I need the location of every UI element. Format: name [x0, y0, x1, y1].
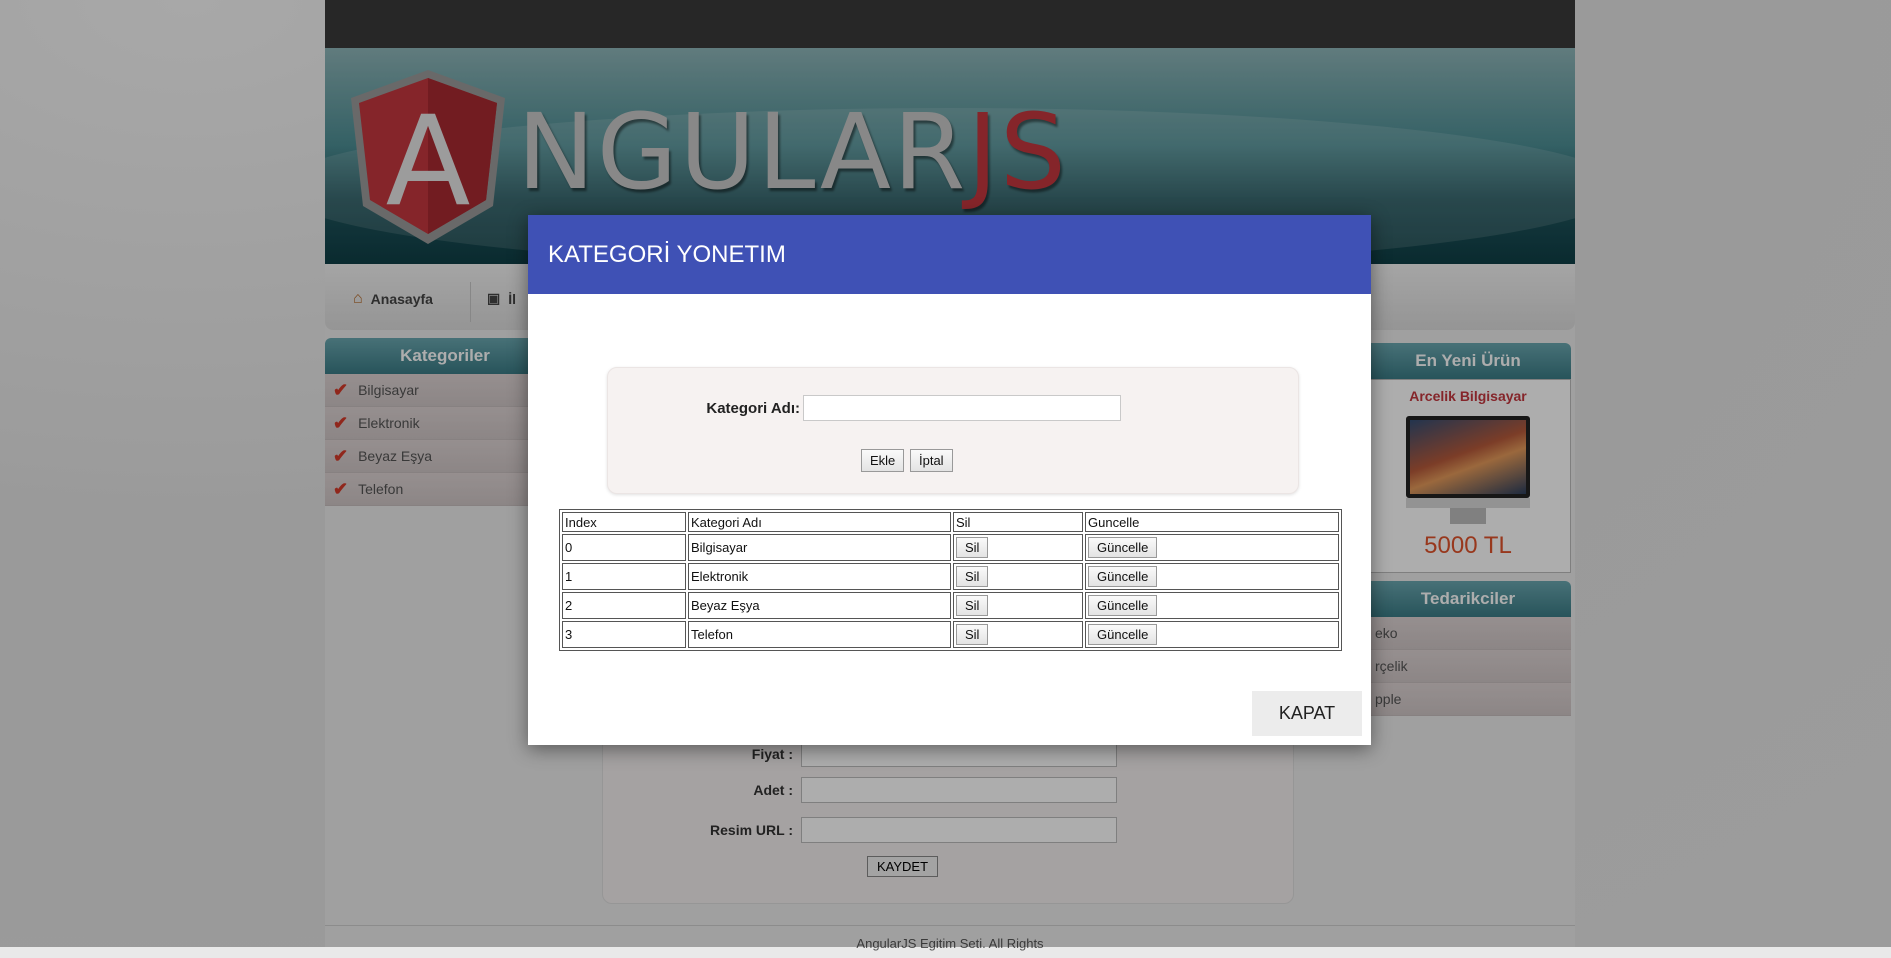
table-row: 1 Elektronik Sil Güncelle	[562, 563, 1339, 590]
row-index: 3	[562, 621, 686, 648]
update-button[interactable]: Güncelle	[1088, 537, 1158, 558]
delete-button[interactable]: Sil	[956, 566, 989, 587]
category-management-dialog: KATEGORİ YONETIM Kategori Adı: Ekle İpta…	[528, 215, 1371, 745]
row-name: Telefon	[688, 621, 951, 648]
update-button[interactable]: Güncelle	[1088, 566, 1158, 587]
row-name: Elektronik	[688, 563, 951, 590]
delete-button[interactable]: Sil	[956, 595, 989, 616]
table-row: 0 Bilgisayar Sil Güncelle	[562, 534, 1339, 561]
update-cell: Güncelle	[1085, 534, 1339, 561]
delete-cell: Sil	[953, 563, 1083, 590]
table-header-row: Index Kategori Adı Sil Guncelle	[562, 512, 1339, 532]
update-button[interactable]: Güncelle	[1088, 595, 1158, 616]
close-button[interactable]: KAPAT	[1252, 691, 1362, 736]
table-row: 3 Telefon Sil Güncelle	[562, 621, 1339, 648]
row-index: 2	[562, 592, 686, 619]
category-name-label: Kategori Adı:	[706, 400, 800, 417]
delete-cell: Sil	[953, 592, 1083, 619]
category-table: Index Kategori Adı Sil Guncelle 0 Bilgis…	[559, 509, 1342, 651]
table-row: 2 Beyaz Eşya Sil Güncelle	[562, 592, 1339, 619]
update-cell: Güncelle	[1085, 563, 1339, 590]
cancel-button[interactable]: İptal	[910, 449, 953, 472]
update-cell: Güncelle	[1085, 621, 1339, 648]
row-index: 1	[562, 563, 686, 590]
dialog-title: KATEGORİ YONETIM	[528, 215, 1371, 294]
column-header-index: Index	[562, 512, 686, 532]
update-cell: Güncelle	[1085, 592, 1339, 619]
delete-button[interactable]: Sil	[956, 624, 989, 645]
delete-cell: Sil	[953, 534, 1083, 561]
row-index: 0	[562, 534, 686, 561]
add-button[interactable]: Ekle	[861, 449, 905, 472]
row-name: Bilgisayar	[688, 534, 951, 561]
category-form: Kategori Adı: Ekle İptal	[607, 367, 1299, 494]
column-header-update: Guncelle	[1085, 512, 1339, 532]
delete-button[interactable]: Sil	[956, 537, 989, 558]
row-name: Beyaz Eşya	[688, 592, 951, 619]
delete-cell: Sil	[953, 621, 1083, 648]
category-name-input[interactable]	[803, 395, 1121, 421]
column-header-name: Kategori Adı	[688, 512, 951, 532]
column-header-delete: Sil	[953, 512, 1083, 532]
update-button[interactable]: Güncelle	[1088, 624, 1158, 645]
